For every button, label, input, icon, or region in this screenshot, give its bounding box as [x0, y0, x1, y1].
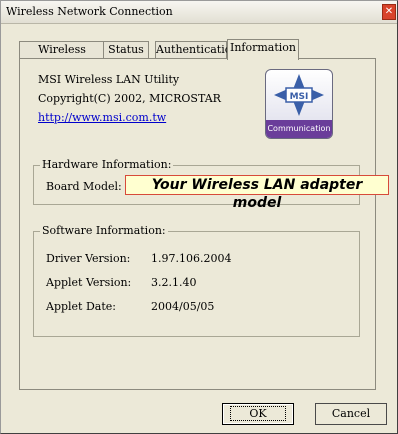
applet-version-label: Applet Version:: [46, 276, 132, 289]
logo-text: MSI: [290, 92, 309, 102]
title-bar[interactable]: Wireless Network Connection ✕: [1, 1, 397, 24]
ok-button[interactable]: OK: [222, 403, 294, 425]
close-icon[interactable]: ✕: [382, 4, 396, 20]
board-model-value: Your Wireless LAN adapter model: [125, 175, 389, 211]
cancel-button[interactable]: Cancel: [315, 403, 387, 425]
logo-caption: Communication: [266, 120, 332, 138]
board-model-label: Board Model:: [46, 180, 122, 193]
tab-information[interactable]: Information: [227, 39, 299, 60]
hardware-group-title: Hardware Information:: [40, 158, 174, 171]
copyright-text: Copyright(C) 2002, MICROSTAR: [38, 92, 221, 105]
ok-button-label: OK: [230, 406, 286, 421]
applet-date-value: 2004/05/05: [151, 300, 215, 313]
dialog-window: Wireless Network Connection ✕ Wireless N…: [0, 0, 398, 434]
applet-date-label: Applet Date:: [46, 300, 116, 313]
compass-emblem-icon: MSI: [274, 74, 324, 116]
product-name: MSI Wireless LAN Utility: [38, 73, 180, 86]
applet-version-value: 3.2.1.40: [151, 276, 197, 289]
tab-wireless-network[interactable]: Wireless Network: [19, 41, 105, 72]
tab-status[interactable]: Status: [103, 41, 149, 59]
driver-version-value: 1.97.106.2004: [151, 252, 232, 265]
tab-authentication[interactable]: Authentication: [155, 41, 238, 59]
msi-logo: MSI Communication: [265, 69, 333, 139]
website-link[interactable]: http://www.msi.com.tw: [38, 111, 166, 124]
window-title: Wireless Network Connection: [6, 5, 173, 18]
driver-version-label: Driver Version:: [46, 252, 131, 265]
software-info-group: Software Information: Driver Version: 1.…: [33, 224, 360, 337]
software-group-title: Software Information:: [40, 224, 168, 237]
